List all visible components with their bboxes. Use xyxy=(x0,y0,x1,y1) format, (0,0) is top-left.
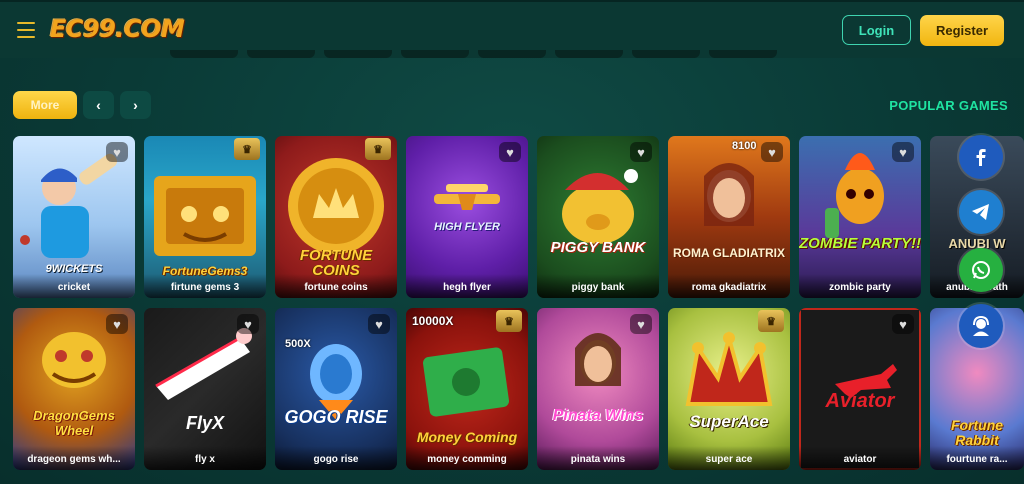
category-tab[interactable] xyxy=(555,50,623,58)
game-name: aviator xyxy=(799,446,921,470)
favorite-heart-icon[interactable]: ♥ xyxy=(368,314,390,334)
multiplier-badge: 8100 xyxy=(732,140,757,152)
category-tab[interactable] xyxy=(709,50,777,58)
game-card-zombie-party[interactable]: ZOMBIE PARTY!! ♥ zombic party xyxy=(799,136,921,298)
facebook-icon[interactable] xyxy=(959,135,1003,179)
jackpot-badge-icon: ♛ xyxy=(496,310,522,332)
game-card-pinata-wins[interactable]: Pinata Wins ♥ pinata wins xyxy=(537,308,659,470)
game-art-title: Pinata Wins xyxy=(552,407,644,424)
game-art-title: DragonGems Wheel xyxy=(33,408,115,438)
game-name: hegh flyer xyxy=(406,274,528,298)
game-name: fortune coins xyxy=(275,274,397,298)
favorite-heart-icon[interactable]: ♥ xyxy=(892,314,914,334)
game-name: drageon gems wh... xyxy=(13,446,135,470)
more-button[interactable]: More xyxy=(13,91,77,119)
login-button[interactable]: Login xyxy=(842,15,911,45)
game-card-money-coming[interactable]: 10000X Money Coming ♛ money comming xyxy=(406,308,528,470)
game-art-title: ZOMBIE PARTY!! xyxy=(799,235,921,252)
category-tab[interactable] xyxy=(170,50,238,58)
game-art-title: PIGGY BANK xyxy=(550,239,646,256)
favorite-heart-icon[interactable]: ♥ xyxy=(237,314,259,334)
game-name: fly x xyxy=(144,446,266,470)
favorite-heart-icon[interactable]: ♥ xyxy=(761,142,783,162)
game-card-aviator[interactable]: Aviator ♥ aviator xyxy=(799,308,921,470)
game-name: cricket xyxy=(13,274,135,298)
game-name: fourtune ra... xyxy=(930,446,1024,470)
game-card-cricket[interactable]: 9WICKETS ♥ cricket xyxy=(13,136,135,298)
category-tab[interactable] xyxy=(401,50,469,58)
whatsapp-icon[interactable] xyxy=(959,248,1003,292)
category-tab[interactable] xyxy=(478,50,546,58)
jackpot-badge-icon: ♛ xyxy=(365,138,391,160)
favorite-heart-icon[interactable]: ♥ xyxy=(106,142,128,162)
game-art-title: Money Coming xyxy=(416,429,518,445)
game-card-fortune-gems-3[interactable]: FortuneGems3 ♛ firtune gems 3 xyxy=(144,136,266,298)
jackpot-badge-icon: ♛ xyxy=(758,310,784,332)
support-icon[interactable] xyxy=(959,304,1003,348)
game-art-title: HIGH FLYER xyxy=(434,221,500,233)
category-tab[interactable] xyxy=(324,50,392,58)
favorite-heart-icon[interactable]: ♥ xyxy=(630,142,652,162)
next-button[interactable]: › xyxy=(120,91,151,119)
game-card-fortune-coins[interactable]: FORTUNE COINS ♛ fortune coins xyxy=(275,136,397,298)
game-card-gogo-rise[interactable]: 500X GOGO RISE ♥ gogo rise xyxy=(275,308,397,470)
jackpot-badge-icon: ♛ xyxy=(234,138,260,160)
game-art-title: Aviator xyxy=(825,390,895,412)
game-card-super-ace[interactable]: SuperAce ♛ super ace xyxy=(668,308,790,470)
game-card-fly-x[interactable]: FlyX ♥ fly x xyxy=(144,308,266,470)
game-card-roma-gladiatrix[interactable]: 8100 ROMA GLADIATRIX ♥ roma gkadiatrix xyxy=(668,136,790,298)
game-art-title: Fortune Rabbit xyxy=(950,417,1004,448)
game-name: gogo rise xyxy=(275,446,397,470)
game-name: super ace xyxy=(668,446,790,470)
register-button[interactable]: Register xyxy=(920,15,1004,46)
game-name: money comming xyxy=(406,446,528,470)
telegram-icon[interactable] xyxy=(959,190,1003,234)
category-tab[interactable] xyxy=(632,50,700,58)
game-art-title: SuperAce xyxy=(689,412,769,431)
game-name: piggy bank xyxy=(537,274,659,298)
favorite-heart-icon[interactable]: ♥ xyxy=(630,314,652,334)
category-tab[interactable] xyxy=(247,50,315,58)
game-card-dragon-gems-wheel[interactable]: DragonGems Wheel ♥ drageon gems wh... xyxy=(13,308,135,470)
category-tabs-strip xyxy=(170,50,777,58)
game-name: firtune gems 3 xyxy=(144,274,266,298)
favorite-heart-icon[interactable]: ♥ xyxy=(499,142,521,162)
logo[interactable]: EC99.COM xyxy=(50,15,185,43)
section-title: POPULAR GAMES xyxy=(889,98,1008,113)
game-card-high-flyer[interactable]: HIGH FLYER ♥ hegh flyer xyxy=(406,136,528,298)
game-name: pinata wins xyxy=(537,446,659,470)
game-art-title: GOGO RISE xyxy=(284,407,388,427)
hamburger-menu-icon[interactable] xyxy=(17,22,35,38)
game-name: roma gkadiatrix xyxy=(668,274,790,298)
multiplier-badge: 10000X xyxy=(412,314,454,328)
game-name: zombic party xyxy=(799,274,921,298)
game-art-title: FlyX xyxy=(185,413,224,433)
prev-button[interactable]: ‹ xyxy=(83,91,114,119)
favorite-heart-icon[interactable]: ♥ xyxy=(892,142,914,162)
favorite-heart-icon[interactable]: ♥ xyxy=(106,314,128,334)
game-card-piggy-bank[interactable]: PIGGY BANK ♥ piggy bank xyxy=(537,136,659,298)
multiplier-badge: 500X xyxy=(285,338,311,350)
game-art-title: ROMA GLADIATRIX xyxy=(673,246,785,260)
